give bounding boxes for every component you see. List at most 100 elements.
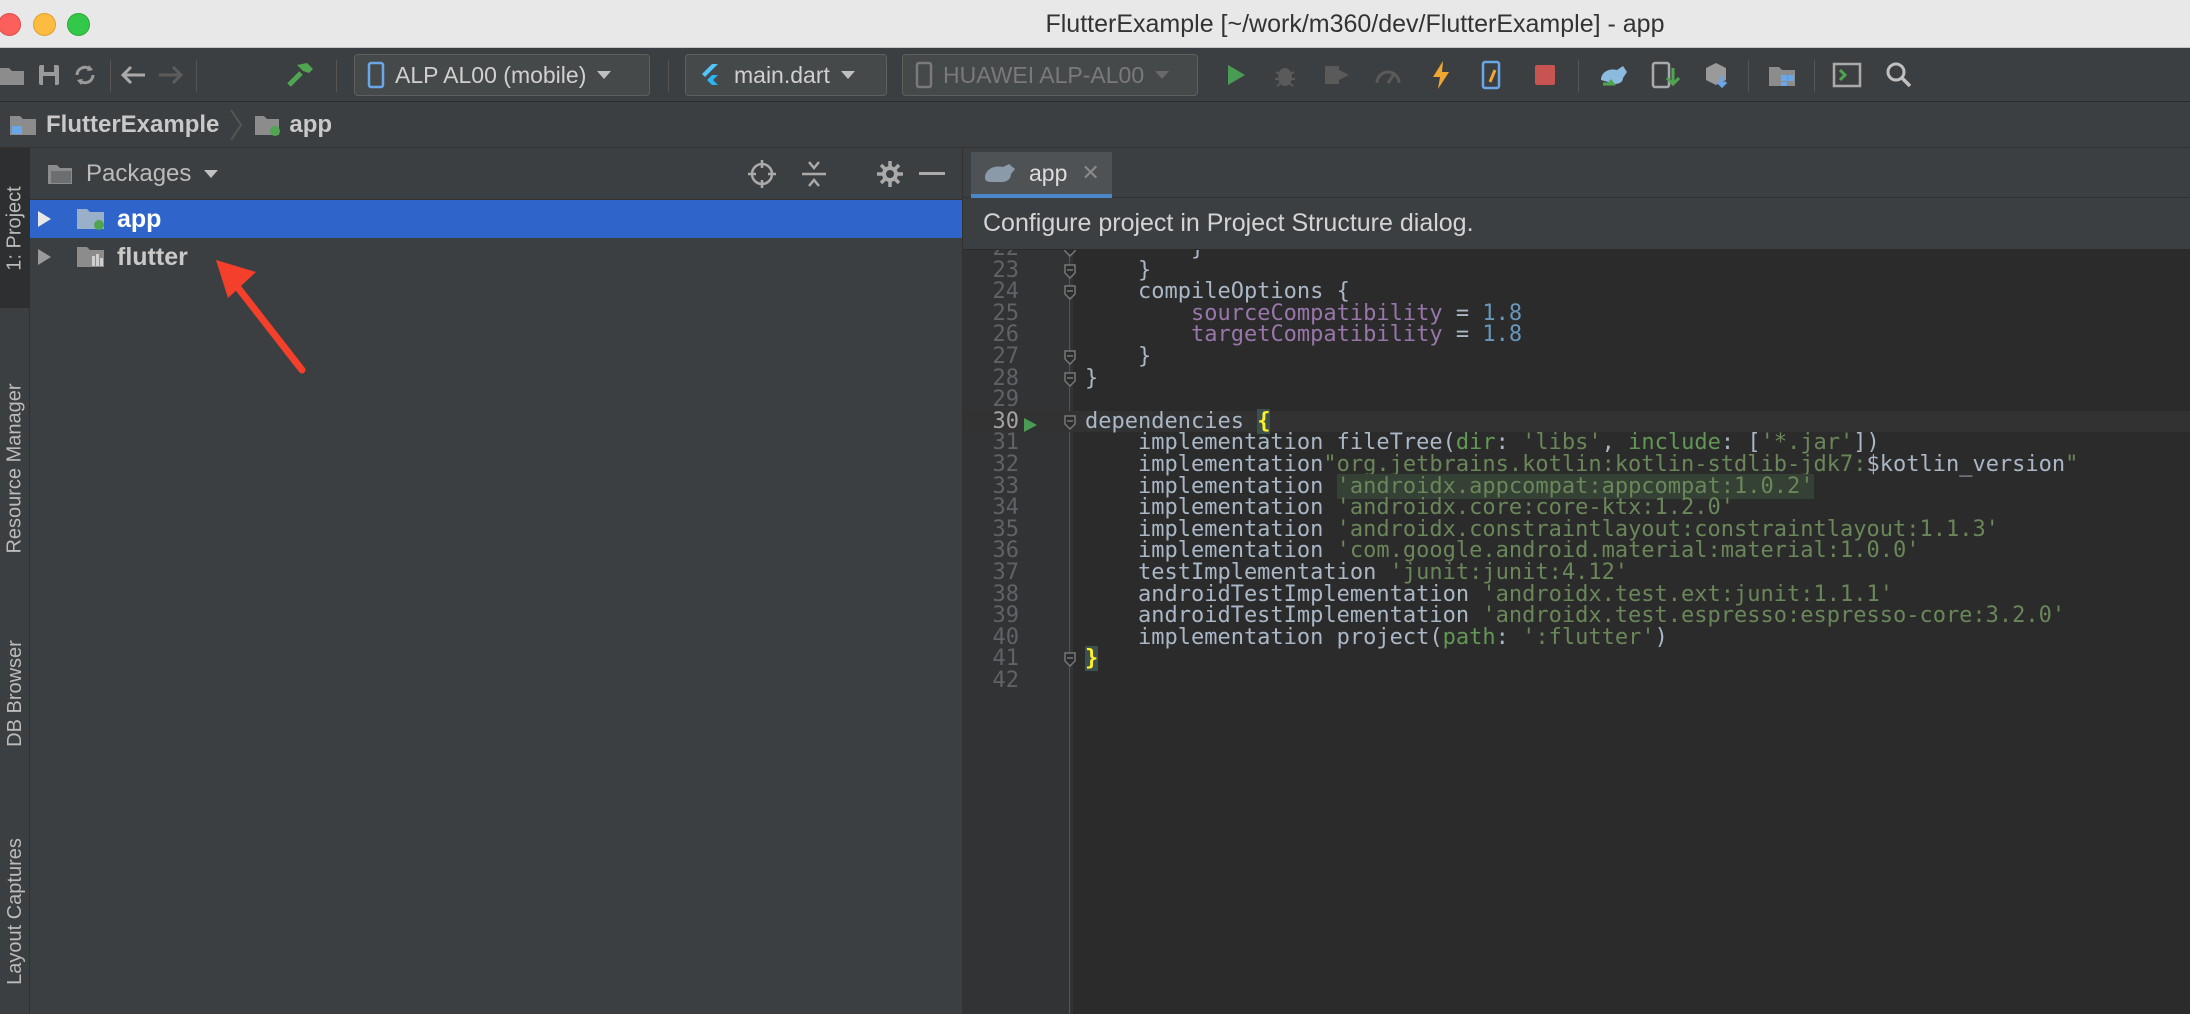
code-line[interactable]: 25 sourceCompatibility = 1.8 xyxy=(963,302,2190,325)
module-folder-icon xyxy=(255,115,281,136)
chevron-down-icon xyxy=(840,71,855,79)
fold-marker-icon[interactable] xyxy=(1063,349,1077,365)
view-selector[interactable]: Packages xyxy=(86,160,191,188)
forward-arrow-icon[interactable] xyxy=(150,54,192,96)
annotation-arrow-icon xyxy=(216,260,306,374)
code-token: : xyxy=(1495,624,1523,650)
collapse-all-icon[interactable] xyxy=(796,156,832,192)
fold-marker-icon[interactable] xyxy=(1063,284,1077,301)
expand-arrow-icon[interactable] xyxy=(38,249,51,265)
code-line[interactable]: 23 } xyxy=(963,259,2190,282)
back-arrow-icon[interactable] xyxy=(112,54,154,96)
hot-reload-icon[interactable] xyxy=(1420,54,1462,96)
editor-tab-bar: app ✕ xyxy=(963,148,2190,198)
code-line[interactable]: 36 implementation 'com.google.android.ma… xyxy=(963,540,2190,562)
tool-tab-db-browser-label: DB Browser xyxy=(3,639,26,747)
run-icon[interactable] xyxy=(1215,54,1257,96)
packages-icon xyxy=(48,164,72,184)
expand-arrow-icon[interactable] xyxy=(38,211,51,227)
fold-marker-icon[interactable] xyxy=(1063,651,1077,668)
code-line[interactable]: 31 implementation fileTree(dir: 'libs', … xyxy=(963,432,2190,454)
line-number: 40 xyxy=(992,624,1020,650)
apply-changes-icon[interactable] xyxy=(1471,54,1513,96)
project-structure-icon[interactable] xyxy=(1761,54,1803,96)
code-line[interactable]: 42 xyxy=(963,670,2190,692)
tool-tab-db-browser[interactable]: DB Browser xyxy=(0,608,30,778)
code-line[interactable]: 34 implementation 'androidx.core:core-kt… xyxy=(963,497,2190,519)
chevron-down-icon[interactable] xyxy=(203,169,219,179)
code-text: androidTestImplementation 'androidx.test… xyxy=(1085,583,1893,606)
code-text: implementation 'androidx.appcompat:appco… xyxy=(1085,473,1814,499)
run-gutter-icon[interactable] xyxy=(1022,417,1038,433)
search-icon[interactable] xyxy=(1878,54,1920,96)
code-line[interactable]: 37 testImplementation 'junit:junit:4.12' xyxy=(963,562,2190,584)
code-text: androidTestImplementation 'androidx.test… xyxy=(1085,605,2065,627)
project-panel: Packages app flutter xyxy=(30,148,962,1014)
code-line[interactable]: 35 implementation 'androidx.constraintla… xyxy=(963,516,2190,542)
fold-marker-icon[interactable] xyxy=(1063,250,1077,257)
code-line[interactable]: 29 xyxy=(963,389,2190,411)
code-text: implementation"org.jetbrains.kotlin:kotl… xyxy=(1085,454,2078,476)
debug-icon[interactable] xyxy=(1264,54,1306,96)
tree-item-app[interactable]: app xyxy=(30,200,962,238)
code-area[interactable]: 22 }23 }24 compileOptions {25 sourceComp… xyxy=(963,250,2190,1014)
close-tab-icon[interactable]: ✕ xyxy=(1081,160,1099,186)
run-config-selector[interactable]: main.dart xyxy=(685,54,887,96)
build-hammer-icon[interactable] xyxy=(280,54,322,96)
tool-tab-layout-captures-label: Layout Captures xyxy=(3,837,26,985)
device-selector-label: ALP AL00 (mobile) xyxy=(395,61,587,88)
line-number: 36 xyxy=(992,538,1020,564)
profile-icon[interactable] xyxy=(1316,54,1358,96)
code-line[interactable]: 39 androidTestImplementation 'androidx.t… xyxy=(963,605,2190,627)
code-line[interactable]: 27 } xyxy=(963,346,2190,368)
editor-notification-banner[interactable]: Configure project in Project Structure d… xyxy=(963,198,2190,250)
hide-panel-icon[interactable] xyxy=(914,156,950,192)
fold-marker-icon[interactable] xyxy=(1063,414,1077,430)
fold-marker-icon[interactable] xyxy=(1063,371,1077,387)
target-device-selector[interactable]: HUAWEI ALP-AL00 xyxy=(902,54,1198,96)
left-tool-strip: 1: Project Resource Manager DB Browser L… xyxy=(0,148,30,1014)
code-line[interactable]: 41} xyxy=(963,646,2190,672)
tree-item-label: flutter xyxy=(117,242,188,271)
avd-manager-icon[interactable] xyxy=(1644,54,1686,96)
fold-marker-icon[interactable] xyxy=(1063,263,1077,279)
tool-tab-project[interactable]: 1: Project xyxy=(0,148,30,308)
code-line[interactable]: 40 implementation project(path: ':flutte… xyxy=(963,624,2190,650)
tree-item-flutter[interactable]: flutter xyxy=(30,238,962,276)
code-token: " xyxy=(2065,452,2079,477)
flutter-icon xyxy=(702,64,718,85)
code-text: testImplementation 'junit:junit:4.12' xyxy=(1085,562,1628,584)
editor-tab-app[interactable]: app ✕ xyxy=(971,152,1112,198)
line-number: 35 xyxy=(992,516,1020,542)
code-line[interactable]: 28} xyxy=(963,367,2190,390)
code-editor: app ✕ Configure project in Project Struc… xyxy=(962,148,2190,1014)
terminal-icon[interactable] xyxy=(1826,54,1868,96)
locate-file-icon[interactable] xyxy=(744,156,780,192)
code-token: = xyxy=(1442,322,1483,348)
attach-debugger-icon[interactable] xyxy=(1367,54,1409,96)
tool-tab-layout-captures[interactable]: Layout Captures xyxy=(0,808,30,1014)
stop-icon[interactable] xyxy=(1524,54,1566,96)
code-line[interactable]: 38 androidTestImplementation 'androidx.t… xyxy=(963,583,2190,606)
code-line[interactable]: 24 compileOptions { xyxy=(963,281,2190,303)
code-text: implementation 'androidx.core:core-ktx:1… xyxy=(1085,497,1734,519)
device-selector[interactable]: ALP AL00 (mobile) xyxy=(354,54,650,96)
line-number: 39 xyxy=(992,603,1020,629)
sdk-manager-icon[interactable] xyxy=(1696,54,1738,96)
code-line[interactable]: 26 targetCompatibility = 1.8 xyxy=(963,324,2190,346)
line-number: 37 xyxy=(992,560,1020,585)
breadcrumb-project-label: FlutterExample xyxy=(46,110,220,138)
breadcrumb-separator-icon xyxy=(230,109,243,140)
code-line[interactable]: 30 dependencies { xyxy=(963,408,2190,434)
code-line[interactable]: 32 implementation"org.jetbrains.kotlin:k… xyxy=(963,454,2190,476)
sync-icon[interactable] xyxy=(64,54,106,96)
line-number: 26 xyxy=(992,322,1020,348)
code-line[interactable]: 33 implementation 'androidx.appcompat:ap… xyxy=(963,473,2190,499)
line-number: 27 xyxy=(992,344,1020,369)
gear-icon[interactable] xyxy=(872,156,908,192)
breadcrumb-module[interactable]: app xyxy=(253,111,332,139)
gradle-sync-icon[interactable] xyxy=(1593,54,1635,96)
code-token: implementation project( xyxy=(1085,624,1443,650)
tool-tab-resource-manager[interactable]: Resource Manager xyxy=(0,338,30,598)
breadcrumb-project[interactable]: FlutterExample xyxy=(8,111,219,139)
